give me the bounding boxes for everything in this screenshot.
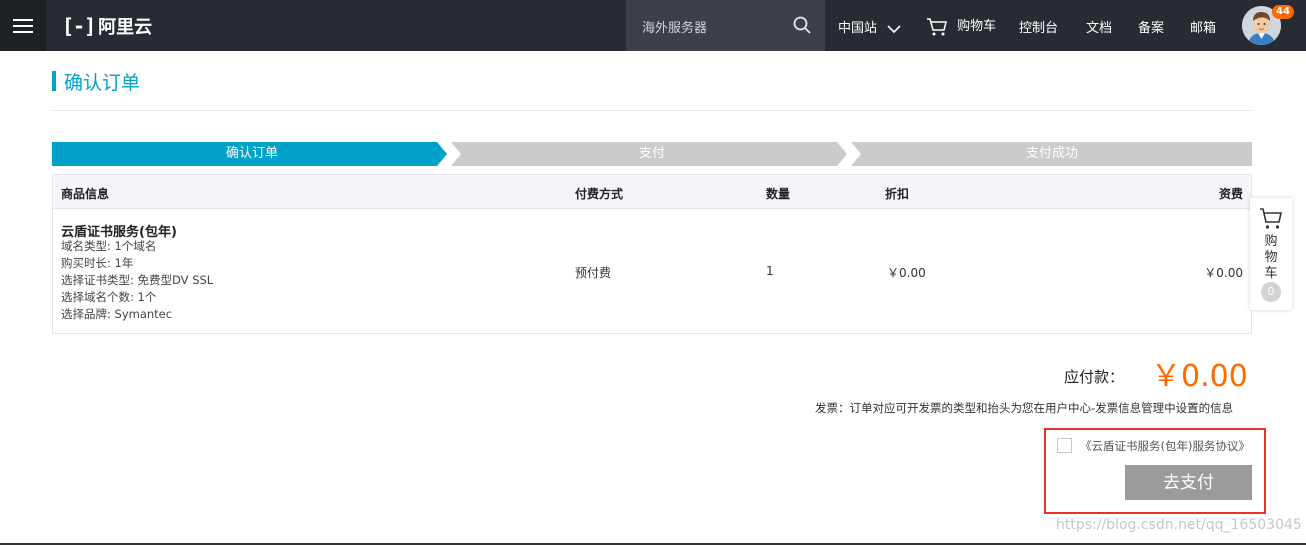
chevron-down-icon	[887, 24, 901, 33]
order-progress-steps: 确认订单 支付 支付成功	[52, 142, 1252, 166]
table-header: 商品信息 付费方式 数量 折扣 资费	[53, 175, 1251, 209]
agreement-link[interactable]: 《云盾证书服务(包年)服务协议》	[1080, 438, 1250, 454]
filing-link[interactable]: 备案	[1138, 17, 1164, 36]
header-discount: 折扣	[885, 187, 910, 201]
header-product: 商品信息	[61, 187, 110, 201]
top-navigation-bar: [-] 阿里云 海外服务器 中国站 购物车 控制台 文档 备案 邮箱 44	[0, 0, 1306, 51]
agreement-checkbox[interactable]	[1057, 438, 1072, 453]
cart-link[interactable]: 购物车	[926, 15, 996, 37]
header-quantity: 数量	[766, 187, 791, 201]
search-input[interactable]: 海外服务器	[642, 17, 707, 36]
watermark: https://blog.csdn.net/qq_16503045	[1056, 517, 1302, 533]
invoice-note: 发票：订单对应可开发票的类型和抬头为您在用户中心-发票信息管理中设置的信息	[815, 401, 1234, 415]
mail-link[interactable]: 邮箱	[1190, 17, 1216, 36]
logo-text: 阿里云	[98, 17, 153, 38]
fee-value: ￥0.00	[1204, 266, 1243, 280]
cart-label: 购物车	[957, 19, 997, 34]
docs-link[interactable]: 文档	[1086, 17, 1112, 36]
page-title: 确认订单	[64, 72, 141, 94]
product-detail-cert-type: 选择证书类型: 免费型DV SSL	[61, 273, 214, 287]
aliyun-logo[interactable]: [-] 阿里云	[62, 13, 152, 39]
floating-cart[interactable]: 购物车 0	[1250, 198, 1292, 310]
logo-mark-icon: [-]	[62, 14, 96, 38]
amount-due-value: ￥0.00	[1151, 359, 1248, 394]
product-detail-brand: 选择品牌: Symantec	[61, 307, 173, 321]
header-payment: 付费方式	[575, 187, 624, 201]
step-pay: 支付	[638, 146, 665, 161]
pay-button[interactable]: 去支付	[1125, 465, 1252, 500]
cart-icon	[1260, 208, 1282, 229]
search-box[interactable]: 海外服务器	[626, 0, 825, 51]
step-confirm-order: 确认订单	[225, 146, 278, 161]
product-detail-duration: 购买时长: 1年	[61, 256, 134, 270]
header-fee: 资费	[1218, 187, 1243, 201]
region-selector[interactable]: 中国站	[838, 17, 901, 36]
title-divider	[52, 110, 1252, 111]
search-icon[interactable]	[793, 16, 811, 34]
notification-badge[interactable]: 44	[1272, 5, 1294, 19]
order-table: 商品信息 付费方式 数量 折扣 资费 云盾证书服务(包年) 域名类型: 1个域名…	[52, 174, 1252, 334]
product-detail-domain-count: 选择域名个数: 1个	[61, 290, 157, 304]
quantity-value: 1	[766, 264, 774, 278]
title-accent-bar	[52, 71, 56, 91]
floating-cart-count: 0	[1261, 282, 1281, 302]
product-detail-domain-type: 域名类型: 1个域名	[61, 239, 157, 253]
cart-icon	[927, 17, 947, 35]
discount-value: ￥0.00	[887, 266, 926, 280]
payment-method: 预付费	[575, 266, 612, 280]
hamburger-menu-button[interactable]	[0, 0, 46, 51]
console-link[interactable]: 控制台	[1019, 17, 1058, 36]
step-pay-success: 支付成功	[1025, 146, 1078, 161]
floating-cart-char-3: 车	[1264, 266, 1278, 281]
amount-due-label: 应付款：	[1064, 368, 1125, 386]
floating-cart-char-2: 物	[1264, 250, 1278, 265]
region-label: 中国站	[838, 21, 878, 36]
floating-cart-label: 购物车	[1250, 234, 1292, 282]
floating-cart-char-1: 购	[1264, 234, 1278, 249]
hamburger-icon	[13, 24, 33, 27]
